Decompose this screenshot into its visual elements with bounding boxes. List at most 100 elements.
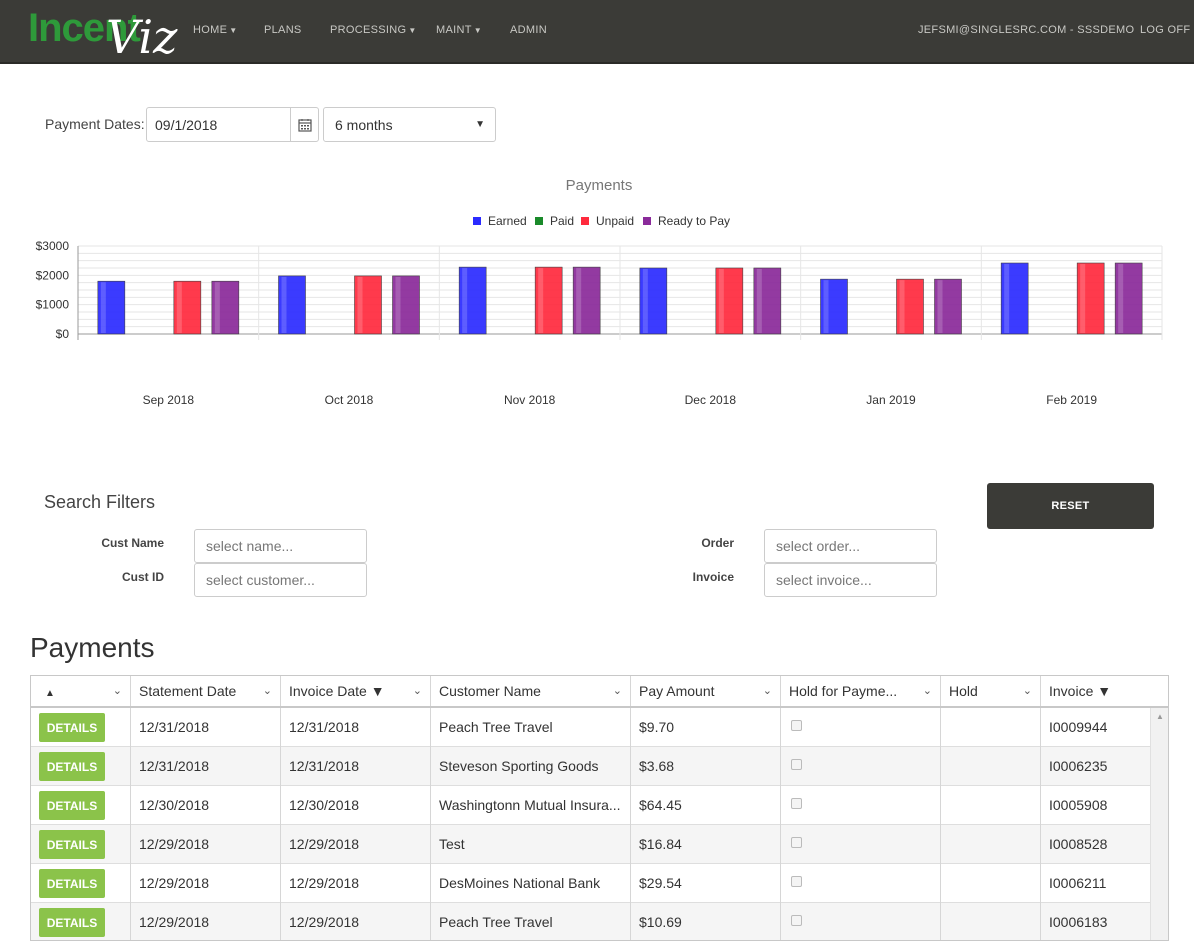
nav-logoff[interactable]: LOG OFF xyxy=(1140,24,1190,36)
reset-button[interactable]: RESET xyxy=(987,483,1154,529)
period-select[interactable]: 6 months ▼ xyxy=(323,107,496,142)
search-filters-title: Search Filters xyxy=(44,492,156,512)
details-button[interactable]: DETAILS xyxy=(39,830,105,859)
statement-date-cell: 12/31/2018 xyxy=(131,747,281,786)
hold-cell xyxy=(941,708,1041,747)
hold-for-payment-cell xyxy=(781,903,941,940)
customer-name-cell: Peach Tree Travel xyxy=(431,903,631,940)
customer-name-cell: Washingtonn Mutual Insura... xyxy=(431,786,631,825)
legend-label: Unpaid xyxy=(596,214,634,228)
table-row: DETAILS 12/31/2018 12/31/2018 Peach Tree… xyxy=(31,708,1151,747)
payments-title: Payments xyxy=(30,632,155,663)
pay-amount-cell: $64.45 xyxy=(631,786,781,825)
invoice-label: Invoice xyxy=(692,570,734,584)
details-button[interactable]: DETAILS xyxy=(39,713,105,742)
nav-maint[interactable]: MAINT ▼ xyxy=(436,24,482,36)
column-menu-icon[interactable]: ⌄ xyxy=(613,684,622,697)
x-tick-label: Dec 2018 xyxy=(685,393,737,407)
column-menu-icon[interactable]: ⌄ xyxy=(113,684,122,697)
x-tick-label: Oct 2018 xyxy=(325,393,374,407)
invoice-cell: I0009944 xyxy=(1049,719,1108,735)
logo-text-viz: Viz xyxy=(106,10,178,64)
order-input[interactable]: select order... xyxy=(764,529,937,563)
header-customer-name[interactable]: Customer Name ⌄ xyxy=(431,676,631,706)
customer-name-cell: DesMoines National Bank xyxy=(431,864,631,903)
column-menu-icon[interactable]: ⌄ xyxy=(1023,684,1032,697)
payment-dates-label: Payment Dates: xyxy=(45,116,145,132)
header-actions[interactable]: ▲ ⌄ xyxy=(31,676,131,706)
details-button[interactable]: DETAILS xyxy=(39,869,105,898)
chart-bar-highlight xyxy=(576,268,582,333)
hold-for-payment-checkbox[interactable] xyxy=(791,798,802,809)
details-cell: DETAILS xyxy=(31,903,131,940)
details-cell: DETAILS xyxy=(31,708,131,747)
chart-bar-highlight xyxy=(281,276,287,333)
nav-admin[interactable]: ADMIN xyxy=(510,24,547,36)
invoice-date-cell: 12/31/2018 xyxy=(281,747,431,786)
hold-for-payment-checkbox[interactable] xyxy=(791,876,802,887)
column-menu-icon[interactable]: ⌄ xyxy=(923,684,932,697)
legend-swatch xyxy=(581,217,589,225)
invoice-date-cell: 12/29/2018 xyxy=(281,825,431,864)
table-row: DETAILS 12/30/2018 12/30/2018 Washington… xyxy=(31,786,1151,825)
chart-bar-highlight xyxy=(1080,264,1086,333)
hold-for-payment-cell xyxy=(781,708,941,747)
app-logo[interactable]: Incent Viz xyxy=(28,2,188,64)
chart-title: Payments xyxy=(566,177,633,194)
details-cell: DETAILS xyxy=(31,864,131,903)
statement-date-cell: 12/30/2018 xyxy=(131,786,281,825)
nav-processing-label: PROCESSING xyxy=(330,24,407,36)
details-button[interactable]: DETAILS xyxy=(39,908,105,937)
chart-bar-highlight xyxy=(718,269,724,333)
y-tick-label: $3000 xyxy=(36,239,70,253)
details-cell: DETAILS xyxy=(31,825,131,864)
chart-bar-highlight xyxy=(1118,264,1124,333)
details-button[interactable]: DETAILS xyxy=(39,791,105,820)
header-pay-amount[interactable]: Pay Amount ⌄ xyxy=(631,676,781,706)
nav-plans[interactable]: PLANS xyxy=(264,24,302,36)
payments-chart: Payments Earned Paid Unpaid Ready to Pay $0 $1… xyxy=(0,168,1194,418)
hold-for-payment-cell xyxy=(781,786,941,825)
payment-date-input[interactable]: 09/1/2018 xyxy=(146,107,319,142)
scroll-up-icon[interactable]: ▲ xyxy=(1156,712,1164,721)
column-menu-icon[interactable]: ⌄ xyxy=(763,684,772,697)
invoice-input[interactable]: select invoice... xyxy=(764,563,937,597)
customer-name-cell: Steveson Sporting Goods xyxy=(431,747,631,786)
invoice-date-cell: 12/30/2018 xyxy=(281,786,431,825)
chevron-down-icon: ▼ xyxy=(473,26,482,35)
details-button[interactable]: DETAILS xyxy=(39,752,105,781)
header-statement-date[interactable]: Statement Date ⌄ xyxy=(131,676,281,706)
chart-bar-highlight xyxy=(899,280,905,333)
caret-down-icon: ▼ xyxy=(475,119,485,130)
chart-bar-highlight xyxy=(823,280,829,333)
hold-for-payment-cell xyxy=(781,864,941,903)
nav-processing[interactable]: PROCESSING ▼ xyxy=(330,24,417,36)
header-pay-amount-label: Pay Amount xyxy=(639,683,715,699)
legend-label: Paid xyxy=(550,214,574,228)
hold-for-payment-checkbox[interactable] xyxy=(791,837,802,848)
statement-date-cell: 12/29/2018 xyxy=(131,864,281,903)
header-invoice-date[interactable]: Invoice Date ▼ ⌄ xyxy=(281,676,431,706)
header-invoice[interactable]: Invoice ▼ xyxy=(1041,676,1151,706)
nav-user[interactable]: JEFSMI@SINGLESRC.COM - SSSDEMO xyxy=(918,24,1134,36)
invoice-cell: I0006235 xyxy=(1049,758,1108,774)
grid-header: ▲ ⌄ Statement Date ⌄ Invoice Date ▼ ⌄ Custo… xyxy=(31,676,1168,708)
hold-for-payment-checkbox[interactable] xyxy=(791,720,802,731)
column-menu-icon[interactable]: ⌄ xyxy=(263,684,272,697)
header-statement-date-label: Statement Date xyxy=(139,683,237,699)
grid-vertical-scrollbar[interactable]: ▲ xyxy=(1150,708,1168,940)
column-menu-icon[interactable]: ⌄ xyxy=(413,684,422,697)
calendar-icon[interactable] xyxy=(290,108,318,141)
header-hold-for-payment[interactable]: Hold for Payme... ⌄ xyxy=(781,676,941,706)
order-label: Order xyxy=(701,536,734,550)
cust-id-input[interactable]: select customer... xyxy=(194,563,367,597)
header-hold[interactable]: Hold ⌄ xyxy=(941,676,1041,706)
chart-bar-highlight xyxy=(357,276,363,333)
hold-for-payment-checkbox[interactable] xyxy=(791,759,802,770)
chevron-down-icon: ▼ xyxy=(408,26,417,35)
legend-swatch xyxy=(473,217,481,225)
nav-home[interactable]: HOME ▼ xyxy=(193,24,237,36)
chart-bar-highlight xyxy=(100,282,106,333)
hold-for-payment-checkbox[interactable] xyxy=(791,915,802,926)
cust-name-input[interactable]: select name... xyxy=(194,529,367,563)
